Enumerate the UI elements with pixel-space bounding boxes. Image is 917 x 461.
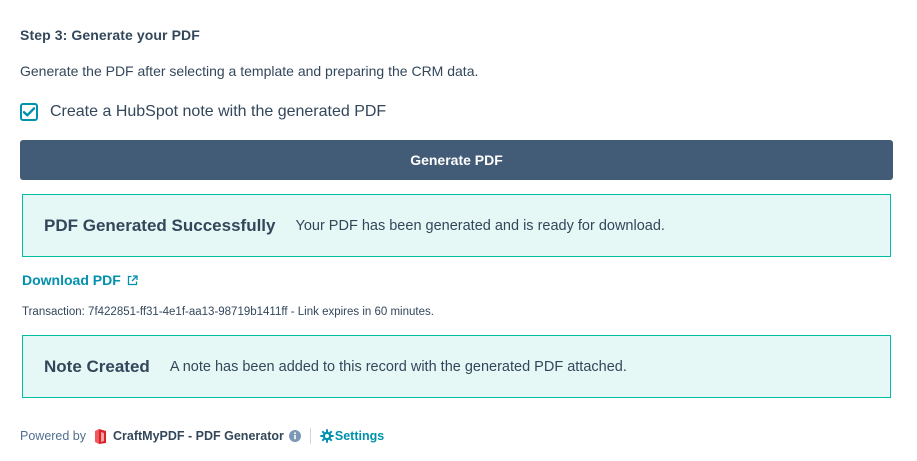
app-name: CraftMyPDF - PDF Generator <box>113 429 284 443</box>
step-description: Generate the PDF after selecting a templ… <box>20 63 479 79</box>
checkmark-icon <box>23 107 35 117</box>
external-link-icon <box>127 274 138 286</box>
info-icon[interactable] <box>288 430 301 442</box>
settings-link[interactable]: Settings <box>320 429 384 443</box>
settings-label: Settings <box>334 429 385 443</box>
note-alert-message: A note has been added to this record wit… <box>169 358 627 375</box>
gear-icon <box>320 429 334 443</box>
note-alert-title: Note Created <box>44 356 150 376</box>
pdf-generator-panel: Step 3: Generate your PDF Generate the P… <box>0 0 917 461</box>
download-pdf-link[interactable]: Download PDF <box>22 272 138 288</box>
powered-by-label: Powered by <box>20 429 87 443</box>
note-created-alert: Note Created A note has been added to th… <box>22 335 891 398</box>
footer-divider <box>309 428 311 444</box>
download-pdf-label: Download PDF <box>22 272 121 288</box>
create-note-checkbox[interactable] <box>20 103 38 121</box>
success-alert-title: PDF Generated Successfully <box>44 215 276 235</box>
create-note-label[interactable]: Create a HubSpot note with the generated… <box>50 103 386 121</box>
step-title: Step 3: Generate your PDF <box>20 27 200 43</box>
craftmypdf-logo-icon <box>94 428 107 445</box>
create-note-option: Create a HubSpot note with the generated… <box>20 101 386 123</box>
success-alert-message: Your PDF has been generated and is ready… <box>295 217 665 234</box>
success-alert: PDF Generated Successfully Your PDF has … <box>22 194 891 257</box>
footer: Powered by CraftMyPDF - PDF Generator Se… <box>20 427 384 445</box>
generate-pdf-button[interactable]: Generate PDF <box>20 140 893 180</box>
transaction-info: Transaction: 7f422851-ff31-4e1f-aa13-987… <box>22 306 434 318</box>
